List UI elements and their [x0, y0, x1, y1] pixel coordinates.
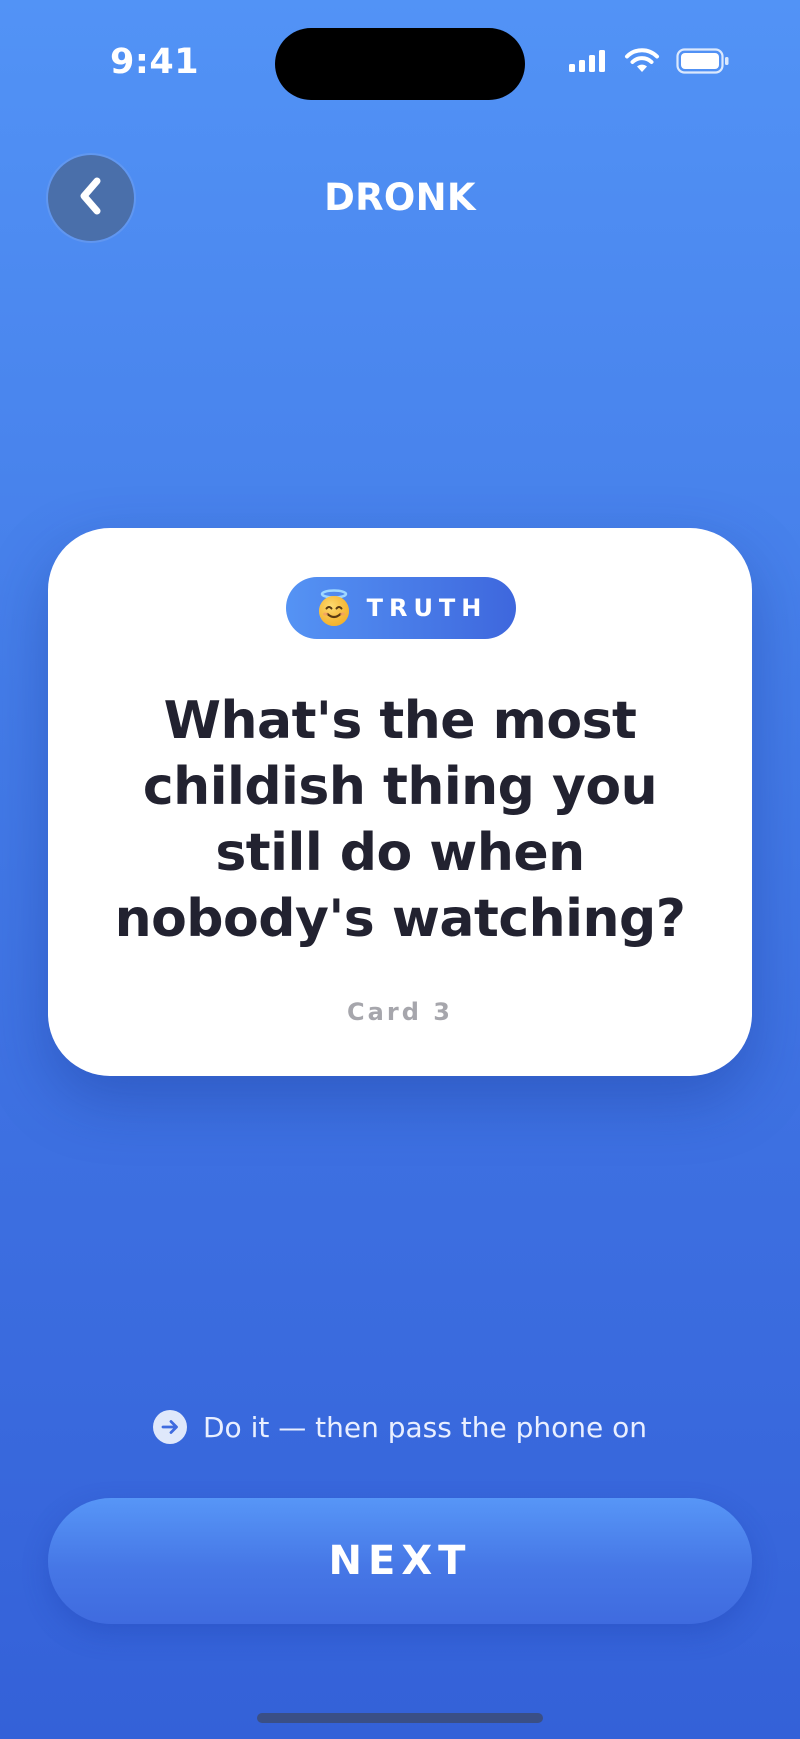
cellular-signal-icon: [568, 49, 608, 78]
pass-phone-hint: Do it — then pass the phone on: [0, 1410, 800, 1444]
card-question: What's the most childish thing you still…: [80, 688, 720, 952]
question-line: What's the most: [163, 691, 637, 751]
next-button[interactable]: NEXT: [48, 1498, 752, 1624]
status-icons: [568, 48, 730, 79]
arrow-right-circle-icon: [152, 1410, 187, 1444]
wifi-icon: [624, 48, 660, 79]
hint-text: Do it — then pass the phone on: [202, 1410, 647, 1444]
app-title: DRONK: [324, 176, 476, 219]
card-type-label: TRUTH: [366, 594, 488, 622]
card-counter: Card 3: [347, 998, 453, 1026]
battery-icon: [676, 48, 730, 79]
next-button-label: NEXT: [328, 1538, 472, 1584]
status-time: 9:41: [110, 42, 200, 82]
question-line: still do when: [215, 823, 585, 883]
card-type-badge: TRUTH: [286, 577, 516, 639]
dynamic-island: [275, 28, 525, 100]
question-line: nobody's watching?: [114, 889, 686, 949]
home-indicator[interactable]: [257, 1713, 543, 1723]
smiling-face-with-halo-icon: [315, 589, 353, 627]
question-line: childish thing you: [142, 757, 658, 817]
